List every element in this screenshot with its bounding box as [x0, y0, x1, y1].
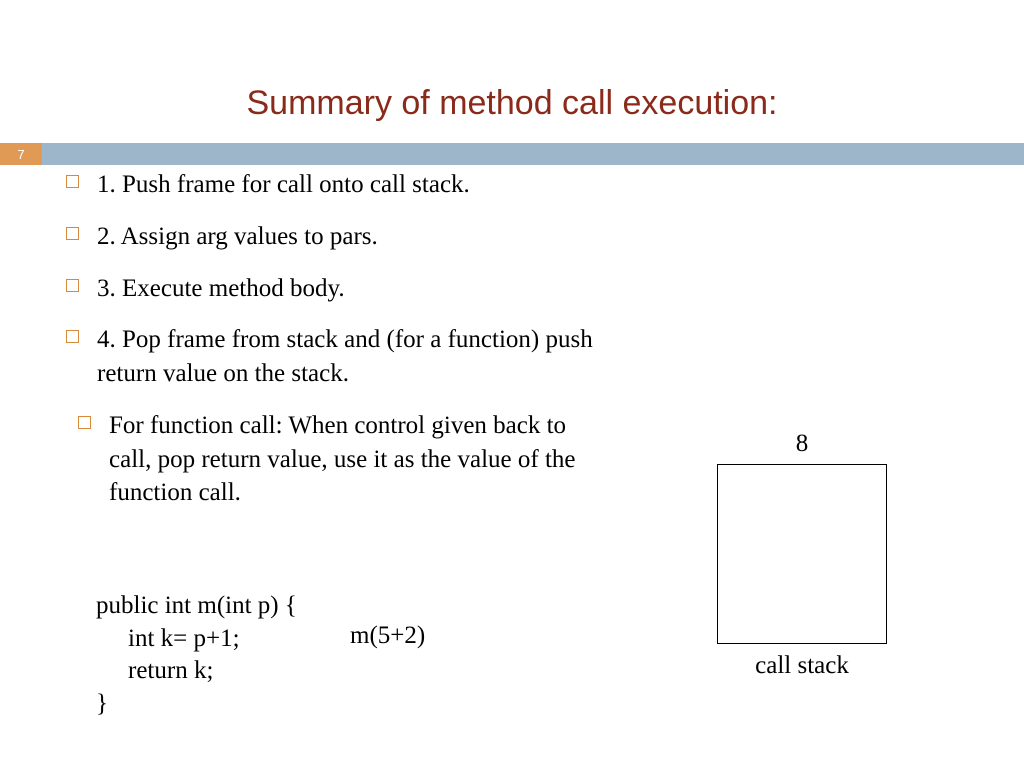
- bullet-text: 1. Push frame for call onto call stack.: [97, 168, 470, 202]
- stack-label: call stack: [707, 652, 897, 680]
- bullet-list: 1. Push frame for call onto call stack. …: [66, 168, 606, 528]
- bullet-text: For function call: When control given ba…: [109, 409, 606, 510]
- stack-top-value: 8: [707, 430, 897, 458]
- call-stack-diagram: 8 call stack: [707, 430, 897, 680]
- slide-title: Summary of method call execution:: [0, 0, 1024, 143]
- square-bullet-icon: [66, 330, 79, 343]
- header-rule: 7: [0, 143, 1024, 165]
- square-bullet-icon: [66, 175, 79, 188]
- bullet-text: 2. Assign arg values to pars.: [97, 220, 378, 254]
- page-number-badge: 7: [0, 143, 42, 165]
- list-item: 4. Pop frame from stack and (for a funct…: [66, 323, 606, 391]
- code-line: return k;: [96, 655, 297, 688]
- list-item: 2. Assign arg values to pars.: [66, 220, 606, 254]
- square-bullet-icon: [66, 279, 79, 292]
- list-item: 1. Push frame for call onto call stack.: [66, 168, 606, 202]
- code-snippet: public int m(int p) { int k= p+1; return…: [96, 590, 297, 720]
- call-expression: m(5+2): [350, 622, 425, 650]
- square-bullet-icon: [78, 416, 91, 429]
- list-item: 3. Execute method body.: [66, 272, 606, 306]
- code-line: public int m(int p) {: [96, 590, 297, 623]
- list-item: For function call: When control given ba…: [78, 409, 606, 510]
- code-line: int k= p+1;: [96, 623, 297, 656]
- bullet-text: 3. Execute method body.: [97, 272, 345, 306]
- code-line: }: [96, 688, 297, 721]
- bullet-text: 4. Pop frame from stack and (for a funct…: [97, 323, 606, 391]
- header-rule-bar: [42, 143, 1024, 165]
- stack-box: [717, 464, 887, 644]
- square-bullet-icon: [66, 227, 79, 240]
